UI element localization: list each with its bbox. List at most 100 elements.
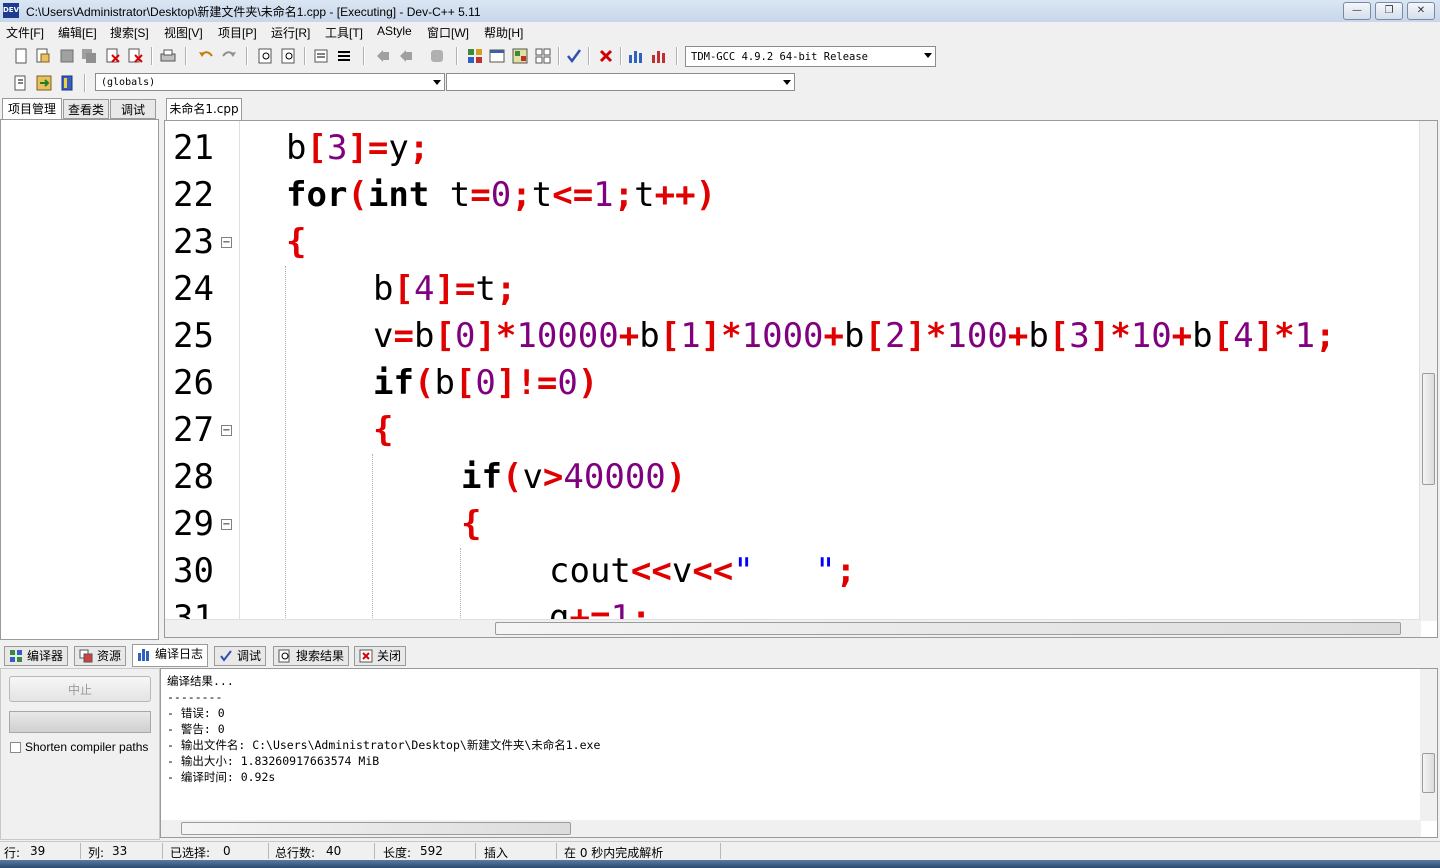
status-separator xyxy=(162,843,163,859)
new-project-icon[interactable] xyxy=(466,47,484,65)
status-row-value: 39 xyxy=(30,844,46,858)
line-number: 22 xyxy=(173,175,214,215)
bottom-tab-bar: 编译器 资源 编译日志 调试 搜索结果 关闭 xyxy=(0,643,1440,667)
editor-horizontal-scrollbar[interactable] xyxy=(165,619,1421,637)
insert-icon[interactable] xyxy=(12,74,30,92)
menu-project[interactable]: 项目[P] xyxy=(218,24,257,41)
log-line: - 输出大小: 1.83260917663574 MiB xyxy=(167,754,380,768)
prev-bookmark-icon[interactable] xyxy=(374,47,392,65)
scrollbar-thumb[interactable] xyxy=(181,822,571,835)
status-selected-value: 0 xyxy=(223,844,231,858)
code-line: { xyxy=(373,410,394,450)
tab-search-results-label: 搜索结果 xyxy=(296,649,345,663)
code-line: cout<<v<<" "; xyxy=(549,551,857,591)
status-col-label: 列: xyxy=(88,846,105,860)
unindent-icon[interactable] xyxy=(335,47,353,65)
tab-resources[interactable]: 资源 xyxy=(74,646,127,666)
toolbar-separator xyxy=(620,47,622,65)
menu-astyle[interactable]: AStyle xyxy=(377,24,412,38)
scrollbar-thumb[interactable] xyxy=(1422,753,1435,793)
code-line: v=b[0]*10000+b[1]*1000+b[2]*100+b[3]*10+… xyxy=(373,316,1336,356)
status-col-value: 33 xyxy=(112,844,128,858)
toolbar-separator xyxy=(558,47,560,65)
tab-project-manager[interactable]: 项目管理 xyxy=(2,98,62,120)
menu-file[interactable]: 文件[F] xyxy=(6,24,44,41)
line-number: 27 xyxy=(173,410,214,450)
log-vertical-scrollbar[interactable] xyxy=(1420,669,1437,821)
find-icon[interactable] xyxy=(257,47,275,65)
toolbar-separator xyxy=(246,47,248,65)
toolbar-separator xyxy=(151,47,153,65)
close-window-button[interactable]: ✕ xyxy=(1407,2,1435,20)
toolbar-separator xyxy=(84,74,86,92)
abort-compile-button[interactable]: 中止 xyxy=(9,676,151,702)
close-file-icon[interactable] xyxy=(104,47,122,65)
compiler-select[interactable]: TDM-GCC 4.9.2 64-bit Release xyxy=(685,46,936,67)
code-line: if(b[0]!=0) xyxy=(373,363,599,403)
compiler-select-value: TDM-GCC 4.9.2 64-bit Release xyxy=(691,51,869,63)
editor-file-tab[interactable]: 未命名1.cpp xyxy=(166,98,242,120)
stop-execution-icon[interactable] xyxy=(597,47,615,65)
menu-search[interactable]: 搜索[S] xyxy=(110,24,149,41)
tab-compile-log[interactable]: 编译日志 xyxy=(132,644,209,667)
save-all-icon[interactable] xyxy=(80,47,98,65)
redo-icon[interactable] xyxy=(220,47,238,65)
toggle-bookmark-icon[interactable] xyxy=(58,74,76,92)
layout-icon[interactable] xyxy=(511,47,529,65)
compile-log-output[interactable]: 编译结果... -------- - 错误: 0 - 警告: 0 - 输出文件名… xyxy=(160,668,1438,838)
save-icon[interactable] xyxy=(58,47,76,65)
tab-resources-label: 资源 xyxy=(97,649,122,663)
tab-compile-log-label: 编译日志 xyxy=(155,647,204,661)
indent-icon[interactable] xyxy=(312,47,330,65)
menu-edit[interactable]: 编辑[E] xyxy=(58,24,97,41)
delete-profile-icon[interactable] xyxy=(650,47,668,65)
profile-chart-icon[interactable] xyxy=(627,47,645,65)
tab-compiler[interactable]: 编译器 xyxy=(4,646,69,666)
shorten-paths-checkbox[interactable] xyxy=(10,742,21,753)
replace-icon[interactable] xyxy=(280,47,298,65)
menu-run[interactable]: 运行[R] xyxy=(271,24,310,41)
window-icon[interactable] xyxy=(488,47,506,65)
code-editor[interactable]: 21 22 23 24 25 26 27 28 29 30 31 − − − b… xyxy=(164,120,1438,638)
open-file-icon[interactable] xyxy=(34,47,52,65)
goto-declaration-icon[interactable] xyxy=(35,74,53,92)
window-title: C:\Users\Administrator\Desktop\新建文件夹\未命名… xyxy=(26,5,481,19)
tab-close-panel[interactable]: 关闭 xyxy=(354,646,407,666)
menu-view[interactable]: 视图[V] xyxy=(164,24,203,41)
log-horizontal-scrollbar[interactable] xyxy=(161,820,1421,837)
chevron-down-icon xyxy=(783,80,791,85)
scrollbar-thumb[interactable] xyxy=(495,622,1401,635)
close-all-icon[interactable] xyxy=(127,47,145,65)
fold-collapse-icon[interactable]: − xyxy=(221,519,232,530)
editor-vertical-scrollbar[interactable] xyxy=(1419,121,1437,621)
main-toolbar: TDM-GCC 4.9.2 64-bit Release xyxy=(0,42,1440,70)
fold-collapse-icon[interactable]: − xyxy=(221,237,232,248)
fold-collapse-icon[interactable]: − xyxy=(221,425,232,436)
toolbar-separator xyxy=(676,47,678,65)
tab-debug-output[interactable]: 调试 xyxy=(214,646,267,666)
tab-search-results[interactable]: 搜索结果 xyxy=(273,646,350,666)
code-line: { xyxy=(286,222,307,262)
new-file-icon[interactable] xyxy=(12,47,30,65)
toolbar-separator xyxy=(363,47,365,65)
line-number: 21 xyxy=(173,128,214,168)
menu-tools[interactable]: 工具[T] xyxy=(325,24,363,41)
menu-help[interactable]: 帮助[H] xyxy=(484,24,523,41)
minimize-button[interactable]: — xyxy=(1343,2,1371,20)
tab-debug[interactable]: 调试 xyxy=(110,99,156,119)
tab-class-browser[interactable]: 查看类 xyxy=(63,99,109,119)
check-syntax-icon[interactable] xyxy=(565,47,583,65)
scope-select[interactable]: (globals) xyxy=(95,73,445,91)
print-icon[interactable] xyxy=(159,47,177,65)
status-row-label: 行: xyxy=(4,846,21,860)
member-select[interactable] xyxy=(446,73,795,91)
goto-line-icon[interactable] xyxy=(428,47,446,65)
undo-icon[interactable] xyxy=(197,47,215,65)
next-bookmark-icon[interactable] xyxy=(397,47,415,65)
resources-icon xyxy=(79,649,93,663)
restore-button[interactable]: ❐ xyxy=(1375,2,1403,20)
toolbar-separator xyxy=(588,47,590,65)
grid-icon[interactable] xyxy=(534,47,552,65)
menu-window[interactable]: 窗口[W] xyxy=(427,24,469,41)
scrollbar-thumb[interactable] xyxy=(1422,373,1435,485)
